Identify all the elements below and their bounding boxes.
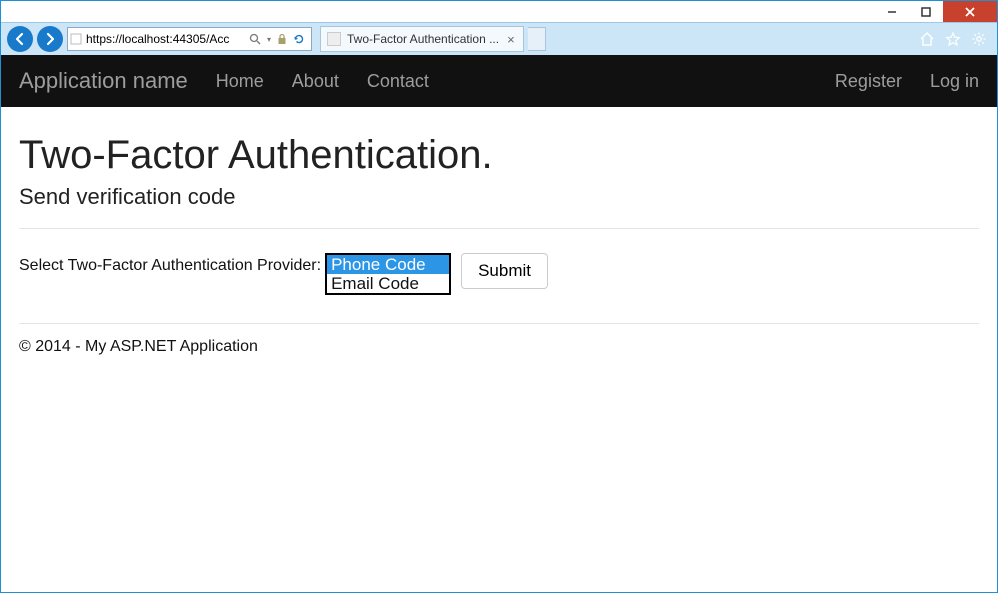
new-tab-button[interactable]	[528, 27, 546, 51]
search-icon[interactable]	[249, 33, 261, 45]
tab-title: Two-Factor Authentication ...	[347, 32, 499, 46]
tab-favicon	[327, 32, 341, 46]
tab-close-icon[interactable]: ×	[505, 32, 517, 47]
brand[interactable]: Application name	[19, 68, 188, 94]
forward-button[interactable]	[37, 26, 63, 52]
nav-link-contact[interactable]: Contact	[367, 71, 429, 92]
provider-label: Select Two-Factor Authentication Provide…	[19, 253, 321, 275]
settings-icon[interactable]	[971, 31, 987, 47]
maximize-button[interactable]	[909, 1, 943, 22]
home-icon[interactable]	[919, 31, 935, 47]
lock-icon	[277, 33, 287, 45]
provider-option-email[interactable]: Email Code	[327, 274, 449, 293]
provider-select[interactable]: Phone Code Email Code	[325, 253, 451, 295]
footer-text: © 2014 - My ASP.NET Application	[19, 338, 979, 356]
minimize-button[interactable]	[875, 1, 909, 22]
browser-toolbar: ▾ Two-Factor Authentication ... ×	[1, 22, 997, 55]
address-input[interactable]	[84, 28, 243, 50]
close-button[interactable]	[943, 1, 997, 22]
page-icon	[68, 33, 84, 45]
nav-link-login[interactable]: Log in	[930, 71, 979, 92]
nav-link-home[interactable]: Home	[216, 71, 264, 92]
window-titlebar	[1, 1, 997, 22]
refresh-icon[interactable]	[293, 33, 305, 45]
provider-option-phone[interactable]: Phone Code	[327, 255, 449, 274]
navbar: Application name Home About Contact Regi…	[1, 55, 997, 107]
window-frame: ▾ Two-Factor Authentication ... ×	[0, 0, 998, 593]
dropdown-icon[interactable]: ▾	[267, 35, 271, 44]
provider-form-row: Select Two-Factor Authentication Provide…	[19, 253, 979, 295]
submit-button[interactable]: Submit	[461, 253, 548, 289]
nav-link-about[interactable]: About	[292, 71, 339, 92]
page-title: Two-Factor Authentication.	[19, 133, 979, 178]
favorites-icon[interactable]	[945, 31, 961, 47]
browser-tab[interactable]: Two-Factor Authentication ... ×	[320, 26, 524, 52]
address-bar[interactable]: ▾	[67, 27, 312, 51]
page-subtitle: Send verification code	[19, 184, 979, 210]
page-viewport: Application name Home About Contact Regi…	[1, 55, 997, 592]
back-button[interactable]	[7, 26, 33, 52]
footer-divider	[19, 323, 979, 324]
nav-link-register[interactable]: Register	[835, 71, 902, 92]
divider	[19, 228, 979, 229]
